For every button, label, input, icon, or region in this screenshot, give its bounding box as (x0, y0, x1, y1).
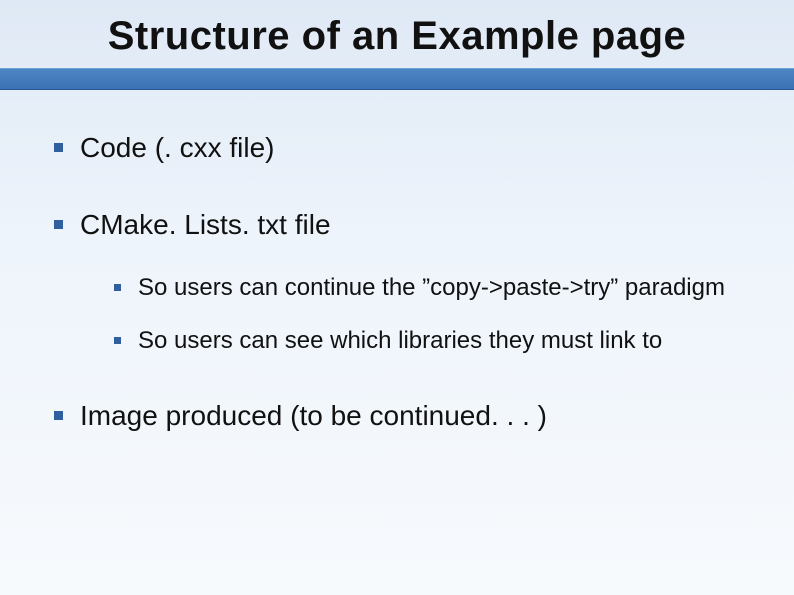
list-item-text: So users can see which libraries they mu… (138, 327, 662, 354)
list-item-text: Code (. cxx file) (80, 132, 275, 163)
list-item: CMake. Lists. txt file So users can cont… (50, 207, 744, 356)
slide-content: Code (. cxx file) CMake. Lists. txt file… (50, 130, 744, 475)
list-item: Image produced (to be continued. . . ) (50, 398, 744, 433)
list-item: So users can continue the ”copy->paste->… (110, 272, 744, 303)
slide: Structure of an Example page Code (. cxx… (0, 0, 794, 595)
list-item: Code (. cxx file) (50, 130, 744, 165)
list-item: So users can see which libraries they mu… (110, 325, 744, 356)
list-item-text: So users can continue the ”copy->paste->… (138, 274, 725, 301)
slide-title: Structure of an Example page (0, 14, 794, 59)
title-bar (0, 68, 794, 90)
list-item-text: CMake. Lists. txt file (80, 209, 331, 240)
list-item-text: Image produced (to be continued. . . ) (80, 400, 547, 431)
